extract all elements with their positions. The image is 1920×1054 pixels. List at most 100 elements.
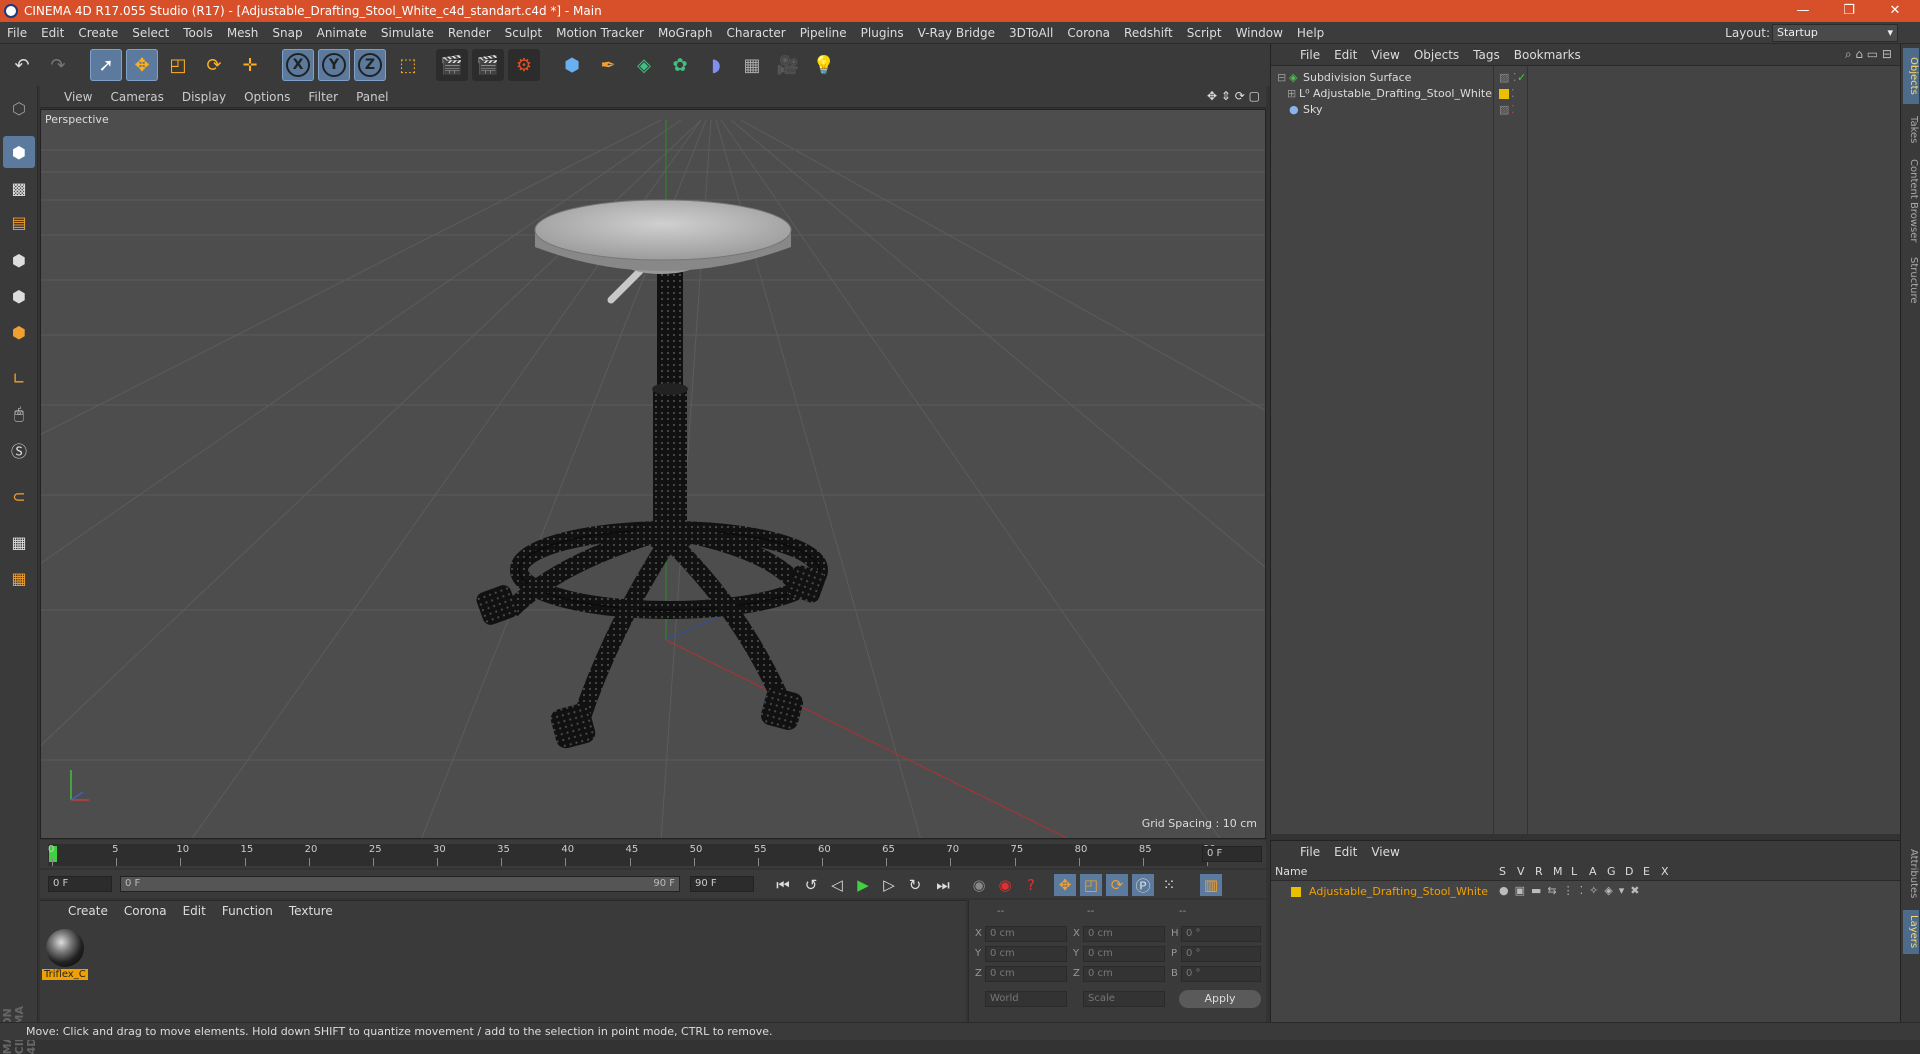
x-axis-icon[interactable]: X <box>282 49 314 81</box>
menu-pipeline[interactable]: Pipeline <box>793 26 854 40</box>
redo-icon[interactable]: ↷ <box>42 49 74 81</box>
viewport-menu-display[interactable]: Display <box>173 90 235 104</box>
menu-animate[interactable]: Animate <box>310 26 374 40</box>
menu-edit[interactable]: Edit <box>34 26 71 40</box>
material-menu-function[interactable]: Function <box>214 904 281 918</box>
y-axis-icon[interactable]: Y <box>318 49 350 81</box>
menu-help[interactable]: Help <box>1290 26 1331 40</box>
previous-key-icon[interactable]: ↺ <box>800 874 822 896</box>
object-manager-tools-icon[interactable]: ⌕ ⌂ ▭ ⊟ <box>1845 47 1892 62</box>
start-frame-field[interactable]: 0 F <box>48 876 112 892</box>
viewport-nav-icon[interactable]: ✥ ⇕ ⟳ ▢ <box>1207 89 1260 103</box>
position-z-field[interactable]: 0 cm <box>985 966 1067 982</box>
texture-mode-icon[interactable]: ▩ <box>3 172 35 204</box>
light-icon[interactable]: 💡 <box>808 49 840 81</box>
viewport-menu-filter[interactable]: Filter <box>299 90 347 104</box>
key-scale-icon[interactable]: ◰ <box>1080 874 1102 896</box>
key-parameter-icon[interactable]: Ⓟ <box>1132 874 1154 896</box>
edges-mode-icon[interactable]: ⬢ <box>3 280 35 312</box>
render-view-icon[interactable]: 🎬 <box>436 49 468 81</box>
tweak-mode-icon[interactable]: 🖱 <box>3 398 35 430</box>
material-menu-texture[interactable]: Texture <box>281 904 341 918</box>
key-pla-icon[interactable]: ⁙ <box>1158 874 1180 896</box>
layer-menu-view[interactable]: View <box>1364 845 1406 859</box>
select-cursor-icon[interactable]: ➚ <box>90 49 122 81</box>
object-menu-bookmarks[interactable]: Bookmarks <box>1507 48 1588 62</box>
viewport-menu-cameras[interactable]: Cameras <box>101 90 172 104</box>
layer-name[interactable]: Adjustable_Drafting_Stool_White <box>1309 885 1488 898</box>
move-icon[interactable]: ✥ <box>126 49 158 81</box>
menu-corona[interactable]: Corona <box>1060 26 1117 40</box>
menu-mograph[interactable]: MoGraph <box>651 26 720 40</box>
restore-icon[interactable]: ❐ <box>1826 0 1872 22</box>
minimize-icon[interactable]: — <box>1780 0 1826 22</box>
tab-structure[interactable]: Structure <box>1903 252 1919 308</box>
object-menu-tags[interactable]: Tags <box>1466 48 1507 62</box>
go-to-start-icon[interactable]: ⏮ <box>772 874 794 896</box>
camera-icon[interactable]: 🎥 <box>772 49 804 81</box>
material-menu-edit[interactable]: Edit <box>175 904 214 918</box>
scale-icon[interactable]: ◰ <box>162 49 194 81</box>
render-settings-icon[interactable]: ⚙ <box>508 49 540 81</box>
viewport-menu-options[interactable]: Options <box>235 90 299 104</box>
layout-select[interactable]: Startup ▾ <box>1772 24 1898 42</box>
visibility-dots-icon[interactable]: ▨ <box>1499 100 1509 120</box>
next-key-icon[interactable]: ↻ <box>904 874 926 896</box>
end-frame-field[interactable]: 90 F <box>690 876 754 892</box>
size-z-field[interactable]: 0 cm <box>1083 966 1165 982</box>
subdivision-icon[interactable]: ◈ <box>628 49 660 81</box>
pen-icon[interactable]: ✒ <box>592 49 624 81</box>
object-row[interactable]: ● Sky ▨ ⁚ <box>1271 100 1901 120</box>
previous-frame-icon[interactable]: ◁ <box>826 874 848 896</box>
menu-snap[interactable]: Snap <box>265 26 309 40</box>
object-menu-objects[interactable]: Objects <box>1407 48 1466 62</box>
menu-create[interactable]: Create <box>71 26 125 40</box>
apply-button[interactable]: Apply <box>1179 990 1261 1008</box>
position-y-field[interactable]: 0 cm <box>985 946 1067 962</box>
make-editable-icon[interactable]: ⬡ <box>3 92 35 124</box>
menu-3dtoall[interactable]: 3DToAll <box>1002 26 1060 40</box>
menu-character[interactable]: Character <box>719 26 792 40</box>
tab-takes[interactable]: Takes <box>1903 110 1919 150</box>
menu-render[interactable]: Render <box>441 26 498 40</box>
layer-color-swatch[interactable] <box>1291 887 1301 897</box>
position-x-field[interactable]: 0 cm <box>985 926 1067 942</box>
viewport-menu-view[interactable]: View <box>40 90 101 104</box>
close-icon[interactable]: ✕ <box>1872 0 1918 22</box>
floor-icon[interactable]: ▦ <box>736 49 768 81</box>
layer-color-swatch[interactable] <box>1499 89 1509 99</box>
viewport-menu-panel[interactable]: Panel <box>347 90 397 104</box>
coord-mode-select[interactable]: World <box>985 991 1067 1007</box>
workplane-icon[interactable]: ▤ <box>3 206 35 238</box>
tab-attributes[interactable]: Attributes <box>1903 844 1919 904</box>
rotation-p-field[interactable]: 0 ° <box>1181 946 1261 962</box>
tab-layers[interactable]: Layers <box>1903 910 1919 954</box>
object-menu-file[interactable]: File <box>1293 48 1327 62</box>
rotate-icon[interactable]: ⟳ <box>198 49 230 81</box>
visibility-dots-icon[interactable]: ⁚ <box>1511 100 1515 120</box>
current-frame-field[interactable]: 0 F <box>1202 846 1262 862</box>
size-y-field[interactable]: 0 cm <box>1083 946 1165 962</box>
key-position-icon[interactable]: ✥ <box>1054 874 1076 896</box>
axis-mode-icon[interactable]: ∟ <box>3 362 35 394</box>
menu-redshift[interactable]: Redshift <box>1117 26 1180 40</box>
rotation-h-field[interactable]: 0 ° <box>1181 926 1261 942</box>
render-picture-viewer-icon[interactable]: 🎬 <box>472 49 504 81</box>
magnet-icon[interactable]: ⊂ <box>3 480 35 512</box>
size-mode-select[interactable]: Scale <box>1083 991 1165 1007</box>
menu-plugins[interactable]: Plugins <box>854 26 911 40</box>
undo-icon[interactable]: ↶ <box>6 49 38 81</box>
perspective-viewport[interactable]: Perspective Grid Spacing : 10 cm <box>40 109 1266 839</box>
rotation-b-field[interactable]: 0 ° <box>1181 966 1261 982</box>
layer-menu-edit[interactable]: Edit <box>1327 845 1364 859</box>
frame-range-slider[interactable]: 0 F 90 F <box>120 876 680 892</box>
cube-icon[interactable]: ⬢ <box>556 49 588 81</box>
timeline-ruler[interactable]: 051015202530354045505560657075808590 0 F <box>40 840 1266 868</box>
play-icon[interactable]: ▶ <box>852 874 874 896</box>
menu-window[interactable]: Window <box>1229 26 1290 40</box>
timeline-window-icon[interactable]: ▥ <box>1200 874 1222 896</box>
material-name[interactable]: Triflex_C <box>42 969 88 980</box>
autokey-icon[interactable]: ◉ <box>994 874 1016 896</box>
menu-mesh[interactable]: Mesh <box>220 26 266 40</box>
layer-row[interactable]: Adjustable_Drafting_Stool_White ●▣▬⇆⋮⁚✧◈… <box>1271 883 1901 901</box>
